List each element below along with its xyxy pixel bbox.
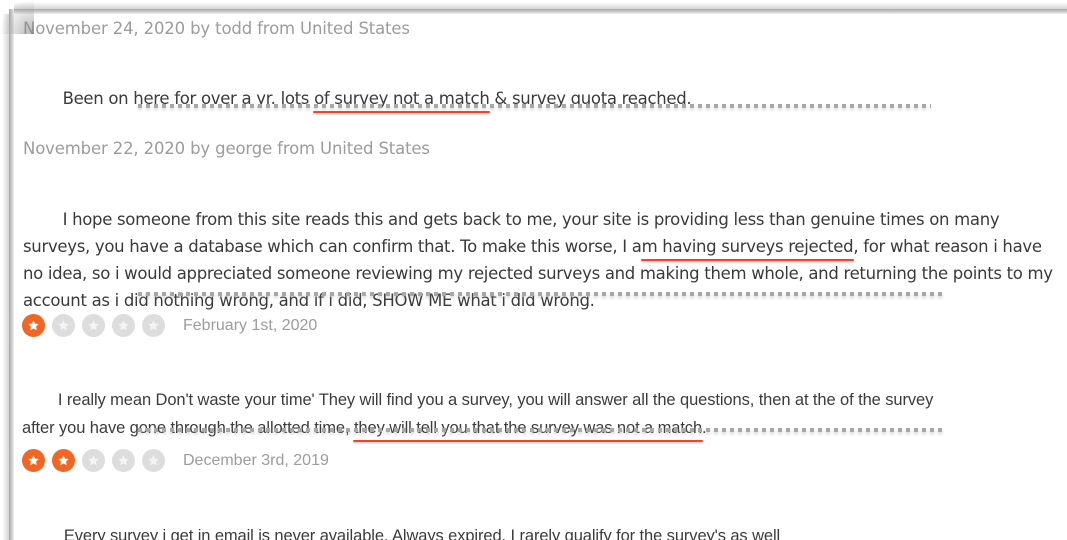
- review-item: November 24, 2020 by todd from United St…: [23, 19, 1063, 139]
- review-text-plain: Every survey i get in email is never ava…: [63, 527, 511, 540]
- star-empty-icon[interactable]: [112, 449, 135, 472]
- star-rating[interactable]: February 1st, 2020: [22, 314, 1062, 337]
- review-date: February 1st, 2020: [183, 316, 318, 334]
- review-body: Every survey i get in email is never ava…: [28, 494, 1028, 540]
- review-item: February 1st, 2020 I really mean Don't w…: [22, 314, 1062, 470]
- review-separator: [138, 428, 946, 432]
- frame-outer-left-soft: [2, 14, 9, 540]
- review-item: December 3rd, 2019 Every survey i get in…: [22, 449, 1062, 540]
- review-list-page: November 24, 2020 by todd from United St…: [14, 14, 1067, 540]
- frame-outer-top: [0, 0, 1067, 9]
- review-item: November 22, 2020 by george from United …: [23, 139, 1063, 341]
- frame-outer-left: [0, 0, 9, 540]
- star-empty-icon[interactable]: [112, 314, 135, 337]
- star-empty-icon[interactable]: [142, 449, 165, 472]
- review-meta: November 22, 2020 by george from United …: [23, 139, 430, 158]
- review-separator: [138, 104, 931, 108]
- star-filled-icon[interactable]: [22, 449, 45, 472]
- frame-outer-top-soft: [14, 2, 1067, 9]
- highlighted-phrase: I rarely qualify: [511, 527, 612, 540]
- star-empty-icon[interactable]: [82, 314, 105, 337]
- review-separator: [138, 292, 946, 296]
- star-rating[interactable]: December 3rd, 2019: [22, 449, 1062, 472]
- review-meta: November 24, 2020 by todd from United St…: [23, 19, 410, 38]
- highlighted-phrase: m having surveys rejected: [641, 237, 854, 256]
- screenshot-root: November 24, 2020 by todd from United St…: [0, 0, 1067, 540]
- review-body: Been on here for over a yr. lots of surv…: [23, 58, 1063, 139]
- star-empty-icon[interactable]: [82, 449, 105, 472]
- star-filled-icon[interactable]: [22, 314, 45, 337]
- star-filled-icon[interactable]: [52, 449, 75, 472]
- review-text-plain: for the survey's as well: [611, 527, 781, 540]
- review-date: December 3rd, 2019: [183, 451, 329, 469]
- star-empty-icon[interactable]: [52, 314, 75, 337]
- star-empty-icon[interactable]: [142, 314, 165, 337]
